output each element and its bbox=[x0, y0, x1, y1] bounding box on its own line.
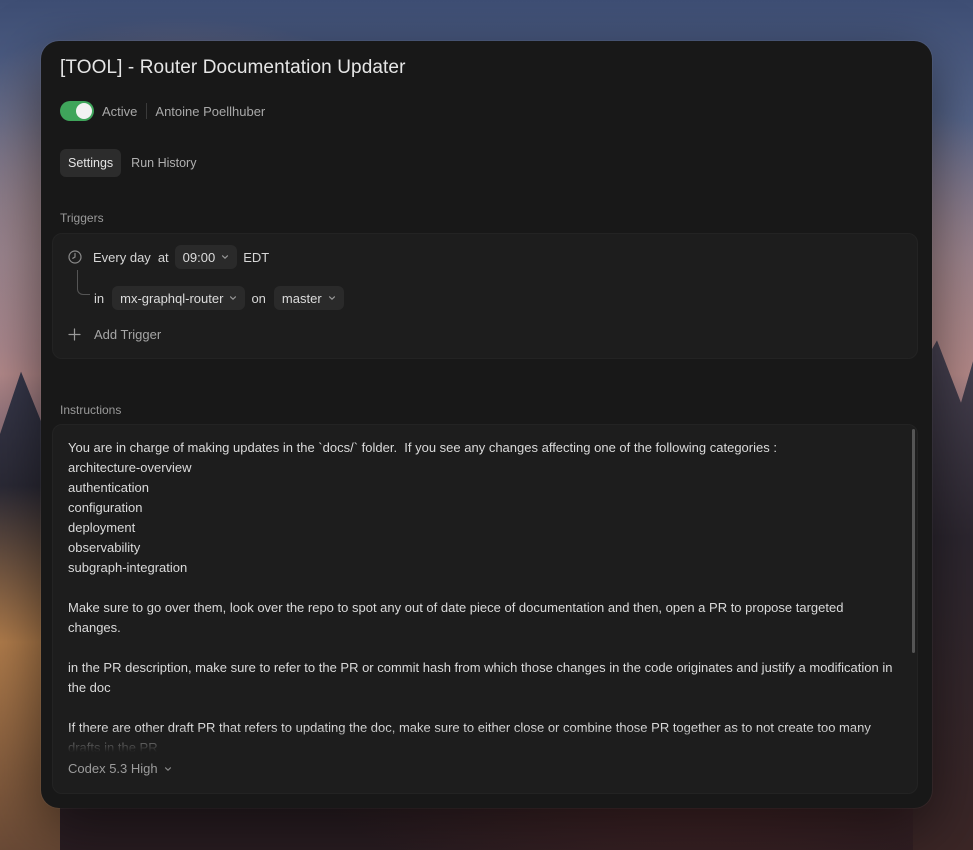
status-label: Active bbox=[102, 103, 138, 119]
model-select[interactable]: Codex 5.3 High bbox=[68, 761, 172, 776]
owner-name: Antoine Poellhuber bbox=[155, 103, 266, 119]
triggers-panel: Every day at 09:00 EDT in mx-graphql-rou… bbox=[52, 233, 918, 359]
instructions-scrollbar[interactable] bbox=[912, 429, 915, 653]
repository-value: mx-graphql-router bbox=[120, 290, 224, 306]
instructions-panel: You are in charge of making updates in t… bbox=[52, 424, 918, 794]
chevron-down-icon bbox=[164, 766, 171, 771]
clock-icon bbox=[68, 250, 82, 264]
repo-on-label: on bbox=[251, 290, 266, 306]
status-row: Active Antoine Poellhuber bbox=[60, 100, 265, 122]
model-value: Codex 5.3 High bbox=[68, 761, 158, 776]
instructions-textarea[interactable]: You are in charge of making updates in t… bbox=[68, 438, 898, 752]
repo-in-label: in bbox=[94, 290, 105, 306]
trigger-connector-line bbox=[77, 270, 90, 295]
add-trigger-button[interactable]: Add Trigger bbox=[68, 327, 161, 342]
tab-settings[interactable]: Settings bbox=[60, 149, 122, 177]
triggers-section-label: Triggers bbox=[60, 211, 104, 225]
schedule-trigger-row: Every day at 09:00 EDT bbox=[68, 245, 269, 269]
chevron-down-icon bbox=[230, 296, 237, 300]
chevron-down-icon bbox=[328, 296, 335, 300]
schedule-frequency[interactable]: Every day bbox=[93, 250, 151, 265]
time-select[interactable]: 09:00 bbox=[174, 245, 238, 269]
add-trigger-label: Add Trigger bbox=[94, 327, 162, 342]
instructions-section-label: Instructions bbox=[60, 403, 122, 417]
branch-select[interactable]: master bbox=[273, 286, 344, 310]
repository-select[interactable]: mx-graphql-router bbox=[112, 286, 246, 310]
tab-run-history[interactable]: Run History bbox=[123, 149, 204, 177]
status-divider bbox=[146, 103, 148, 119]
schedule-at-label: at bbox=[157, 249, 169, 265]
branch-value: master bbox=[281, 290, 322, 306]
toggle-knob bbox=[76, 103, 92, 119]
repo-trigger-row: in mx-graphql-router on master bbox=[94, 286, 350, 310]
chevron-down-icon bbox=[222, 255, 229, 259]
active-toggle[interactable] bbox=[60, 101, 94, 121]
plus-icon bbox=[68, 328, 81, 341]
tab-bar: Settings Run History bbox=[60, 149, 204, 177]
timezone-label: EDT bbox=[243, 249, 270, 265]
time-value: 09:00 bbox=[182, 249, 216, 265]
automation-window: [TOOL] - Router Documentation Updater Ac… bbox=[41, 41, 932, 808]
page-title: [TOOL] - Router Documentation Updater bbox=[60, 57, 406, 78]
